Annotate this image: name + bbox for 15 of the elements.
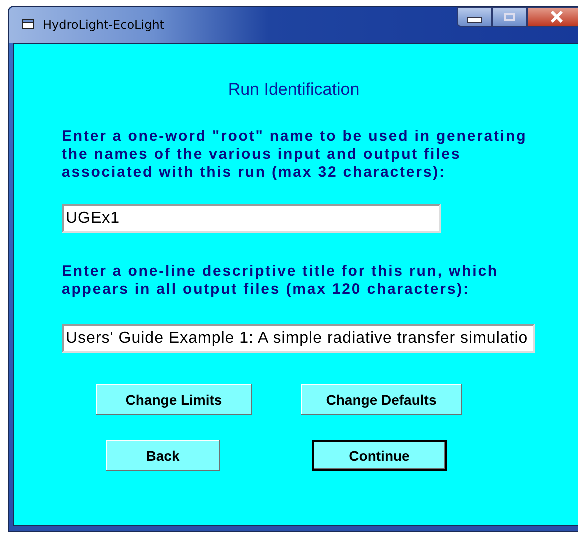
- dialog-heading: Run Identification: [227, 80, 361, 100]
- dialog-button[interactable]: Continue: [312, 440, 447, 471]
- dialog-button[interactable]: Change Defaults: [301, 384, 462, 415]
- maximize-button[interactable]: [492, 7, 527, 27]
- run-title-field[interactable]: Users' Guide Example 1: A simple radiative transfer simulatio: [62, 324, 535, 353]
- dialog-button[interactable]: Back: [106, 440, 220, 471]
- close-button[interactable]: [527, 7, 578, 27]
- minimize-button[interactable]: [457, 7, 492, 27]
- run-title-prompt: Enter a one-line descriptive title for this run, which appears in all output files (max 120 characters):: [62, 263, 500, 299]
- root-name-prompt: Enter a one-word "root" name to be used in generating the names of the various input and output files associated with this run (max 32 characters):: [62, 128, 528, 182]
- dialog-button[interactable]: Change Limits: [96, 384, 252, 415]
- close-icon: [550, 11, 564, 23]
- window-title: HydroLight-EcoLight: [43, 18, 164, 32]
- root-name-field[interactable]: UGEx1: [62, 204, 441, 233]
- window-icon: [22, 19, 36, 31]
